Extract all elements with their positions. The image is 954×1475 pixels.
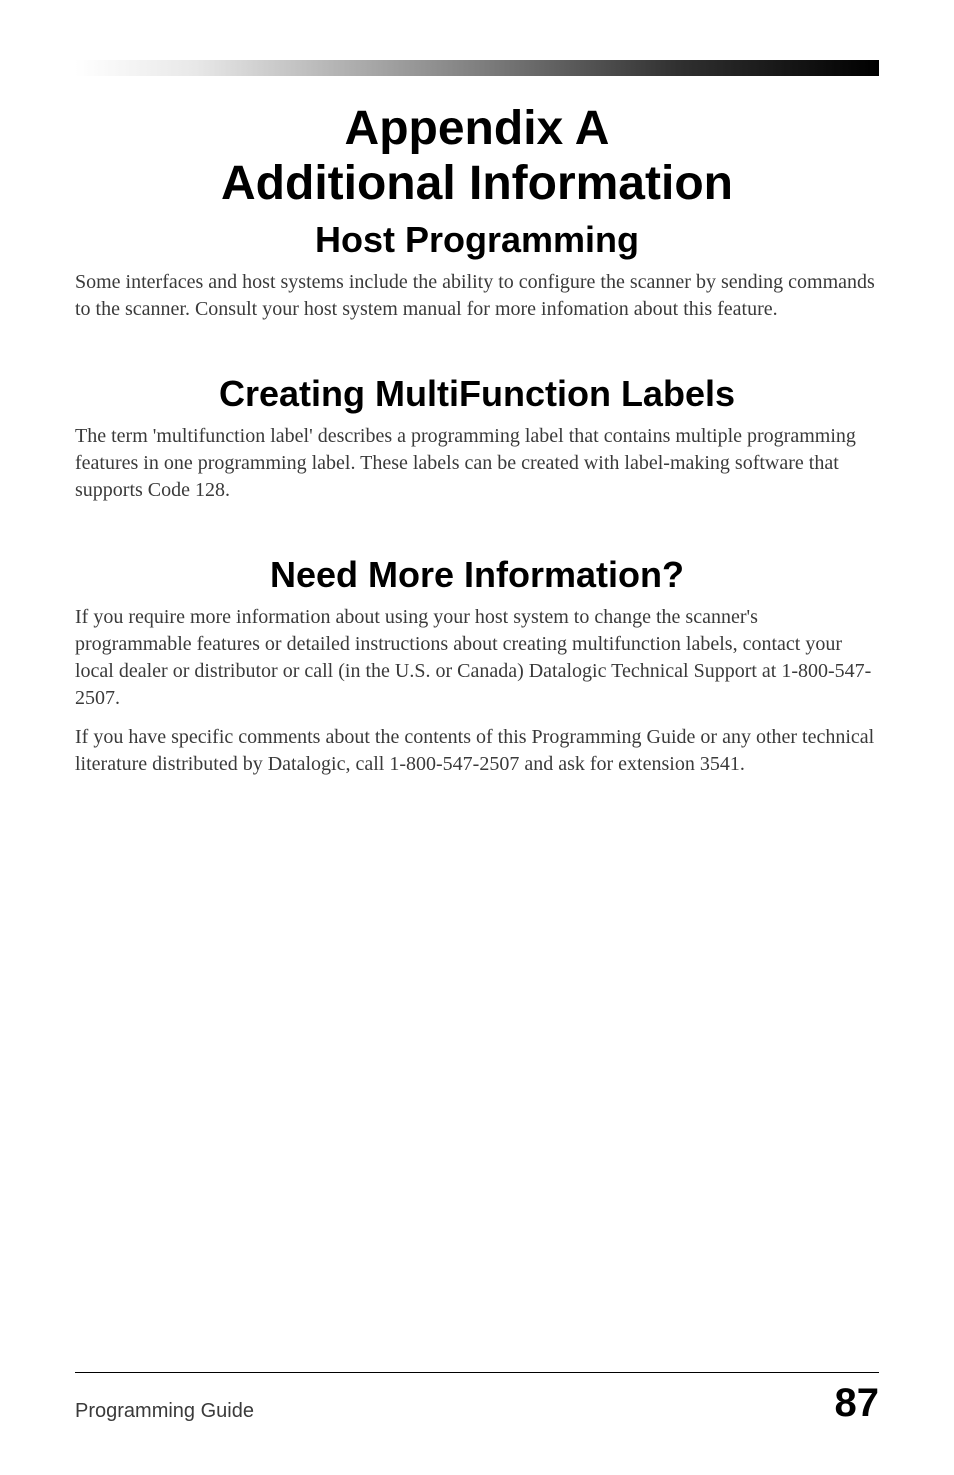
header-gradient-bar (75, 60, 879, 76)
section-multifunction-body: The term 'multifunction label' describes… (75, 423, 879, 504)
section-more-info-title: Need More Information? (75, 554, 879, 596)
title-line-2: Additional Information (221, 157, 733, 210)
section-more-info-body-1: If you require more information about us… (75, 604, 879, 712)
section-host-programming-title: Host Programming (75, 219, 879, 261)
appendix-title: Appendix A Additional Information (75, 101, 879, 211)
section-multifunction-title: Creating MultiFunction Labels (75, 373, 879, 415)
section-host-programming-body: Some interfaces and host systems include… (75, 269, 879, 323)
page-footer: Programming Guide 87 (75, 1372, 879, 1423)
footer-page-number: 87 (835, 1383, 880, 1423)
footer-guide-label: Programming Guide (75, 1400, 254, 1423)
footer-rule (75, 1372, 879, 1373)
footer-row: Programming Guide 87 (75, 1383, 879, 1423)
section-more-info-body-2: If you have specific comments about the … (75, 724, 879, 778)
title-line-1: Appendix A (345, 102, 610, 155)
